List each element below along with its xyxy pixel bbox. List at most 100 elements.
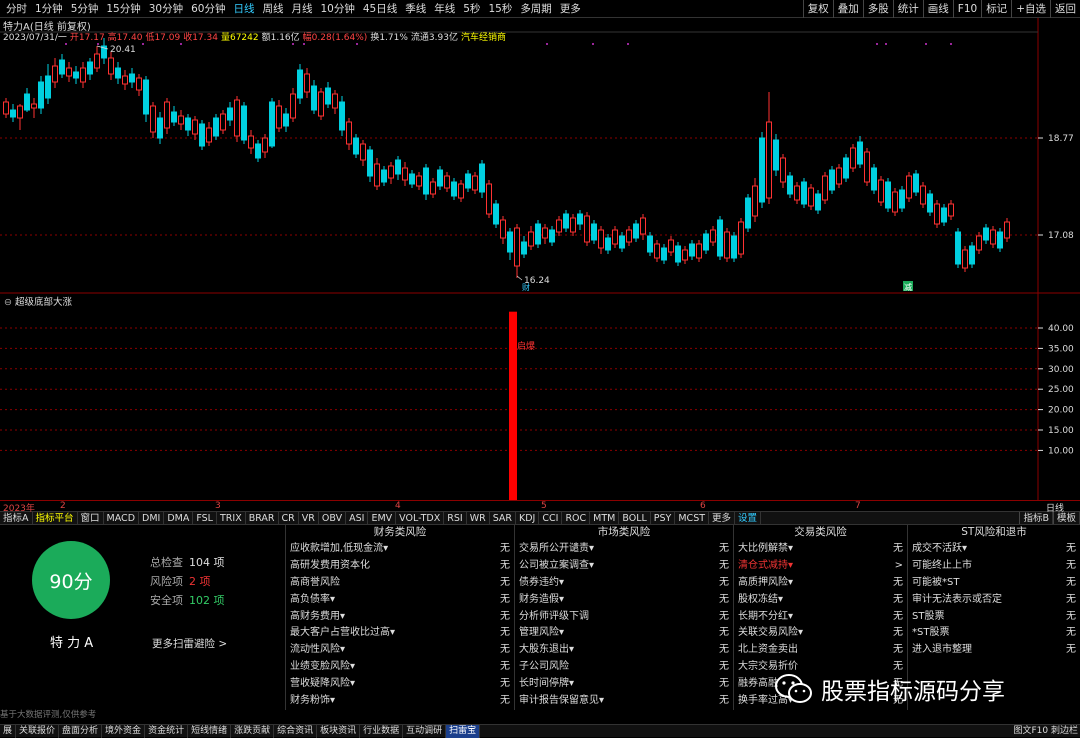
indicator-tab[interactable]: ASI (346, 512, 368, 525)
bottom-tab[interactable]: 短线情绪 (188, 725, 231, 738)
period-tab[interactable]: 15分钟 (102, 0, 144, 18)
indicator-tab[interactable]: FSL (193, 512, 217, 525)
risk-item[interactable]: 财务粉饰▾无 (286, 693, 514, 710)
toolbar-button[interactable]: 画线 (923, 0, 953, 18)
risk-item[interactable]: 长期不分红▾无 (734, 609, 907, 626)
indicator-tab[interactable]: 窗口 (78, 512, 104, 525)
bottom-tab[interactable]: 互动调研 (403, 725, 446, 738)
indicator-tab[interactable]: WR (467, 512, 490, 525)
risk-item[interactable]: 业绩变脸风险▾无 (286, 659, 514, 676)
risk-item[interactable]: 债券违约▾无 (515, 575, 733, 592)
indicator-tab[interactable]: VOL-TDX (396, 512, 444, 525)
risk-item[interactable]: ST股票无 (908, 609, 1080, 626)
indicator-tab[interactable]: BRAR (246, 512, 279, 525)
risk-item[interactable]: 清仓式减持▾> (734, 558, 907, 575)
period-tab[interactable]: 多周期 (516, 0, 556, 18)
risk-item[interactable]: 高商誉风险无 (286, 575, 514, 592)
bottom-tab[interactable]: 涨跌贡献 (231, 725, 274, 738)
risk-item[interactable]: 最大客户占营收比过高▾无 (286, 625, 514, 642)
risk-item[interactable]: 流动性风险▾无 (286, 642, 514, 659)
bottom-tab[interactable]: 扫雷宝 (446, 725, 480, 738)
risk-item[interactable]: 高质押风险▾无 (734, 575, 907, 592)
risk-item[interactable]: 长时间停牌▾无 (515, 676, 733, 693)
indicator-tab[interactable]: 设置 (735, 512, 761, 525)
risk-item[interactable]: 审计无法表示或否定无 (908, 592, 1080, 609)
period-tab[interactable]: 周线 (259, 0, 288, 18)
risk-item[interactable]: 进入退市整理无 (908, 642, 1080, 659)
indicator-tab[interactable]: RSI (444, 512, 466, 525)
period-tab[interactable]: 月线 (288, 0, 317, 18)
bottom-right-label[interactable]: 图文F10 刺边栏 (1014, 725, 1080, 738)
indicator-tab[interactable]: EMV (368, 512, 396, 525)
risk-item[interactable]: 股权冻结▾无 (734, 592, 907, 609)
indicator-tab[interactable]: MCST (675, 512, 709, 525)
bottom-tab[interactable]: 境外资金 (102, 725, 145, 738)
collapse-icon[interactable]: ⊖ (4, 297, 15, 308)
indicator-tab[interactable]: TRIX (217, 512, 246, 525)
indicator-tab[interactable]: VR (299, 512, 319, 525)
bottom-tab[interactable]: 盘面分析 (59, 725, 102, 738)
risk-item[interactable]: 公司被立案调查▾无 (515, 558, 733, 575)
risk-item[interactable]: 分析师评级下调无 (515, 609, 733, 626)
risk-item[interactable]: 子公司风险无 (515, 659, 733, 676)
period-tab[interactable]: 日线 (230, 0, 259, 18)
risk-item[interactable]: 成交不活跃▾无 (908, 541, 1080, 558)
indicator-tab[interactable]: SAR (490, 512, 516, 525)
bottom-tab[interactable]: 资金统计 (145, 725, 188, 738)
bottom-tab[interactable]: 综合资讯 (274, 725, 317, 738)
bottom-tab[interactable]: 板块资讯 (317, 725, 360, 738)
risk-item[interactable]: 北上资金卖出无 (734, 642, 907, 659)
risk-item[interactable]: *ST股票无 (908, 625, 1080, 642)
risk-item[interactable]: 可能终止上市无 (908, 558, 1080, 575)
indicator-tab[interactable]: BOLL (619, 512, 650, 525)
risk-item[interactable]: 财务造假▾无 (515, 592, 733, 609)
risk-item[interactable]: 交易所公开谴责▾无 (515, 541, 733, 558)
kline-chart[interactable]: 18.7717.0840.0035.0030.0025.0020.0015.00… (0, 18, 1080, 500)
risk-item[interactable]: 管理风险▾无 (515, 625, 733, 642)
bottom-tab[interactable]: 展 (0, 725, 16, 738)
period-tab[interactable]: 30分钟 (145, 0, 187, 18)
indicator-tab[interactable]: 更多 (709, 512, 735, 525)
risk-item[interactable]: 高财务费用▾无 (286, 609, 514, 626)
indicator-tab[interactable]: 指标平台 (33, 512, 78, 525)
indicator-tab[interactable]: CR (279, 512, 299, 525)
indicator-tab[interactable]: MACD (104, 512, 139, 525)
period-tab[interactable]: 5分钟 (67, 0, 103, 18)
indicator-tab[interactable]: DMI (139, 512, 164, 525)
toolbar-button[interactable]: 叠加 (833, 0, 863, 18)
indicator-tab[interactable]: MTM (590, 512, 619, 525)
toolbar-button[interactable]: F10 (953, 0, 981, 18)
more-scan-link[interactable]: 更多扫雷避险 > (152, 636, 227, 651)
risk-item[interactable]: 可能被*ST无 (908, 575, 1080, 592)
indicator-tab[interactable]: ROC (562, 512, 590, 525)
risk-item[interactable]: 大比例解禁▾无 (734, 541, 907, 558)
indicator-tab[interactable]: OBV (319, 512, 346, 525)
toolbar-button[interactable]: 返回 (1050, 0, 1080, 18)
indicator-title[interactable]: ⊖ 超级底部大涨 (4, 294, 72, 308)
risk-item[interactable]: 高负债率▾无 (286, 592, 514, 609)
period-tab[interactable]: 季线 (401, 0, 430, 18)
risk-item[interactable]: 应收款增加,低现金流▾无 (286, 541, 514, 558)
period-tab[interactable]: 分时 (2, 0, 31, 18)
bottom-tab[interactable]: 行业数据 (360, 725, 403, 738)
period-tab[interactable]: 更多 (556, 0, 585, 18)
indicator-tab[interactable]: CCI (539, 512, 562, 525)
period-tab[interactable]: 1分钟 (31, 0, 67, 18)
period-tab[interactable]: 5秒 (459, 0, 484, 18)
toolbar-button[interactable]: 标记 (981, 0, 1011, 18)
risk-item[interactable]: 营收疑降风险▾无 (286, 676, 514, 693)
risk-item[interactable]: 高研发费用资本化无 (286, 558, 514, 575)
indicator-tab[interactable]: PSY (651, 512, 676, 525)
bottom-tab[interactable]: 关联报价 (16, 725, 59, 738)
toolbar-button[interactable]: 多股 (863, 0, 893, 18)
period-tab[interactable]: 10分钟 (317, 0, 359, 18)
toolbar-button[interactable]: +自选 (1011, 0, 1050, 18)
period-tab[interactable]: 60分钟 (187, 0, 229, 18)
period-tab[interactable]: 45日线 (359, 0, 401, 18)
period-tab[interactable]: 年线 (430, 0, 459, 18)
toolbar-button[interactable]: 统计 (893, 0, 923, 18)
indicator-tab[interactable]: DMA (164, 512, 193, 525)
risk-item[interactable]: 关联交易风险▾无 (734, 625, 907, 642)
risk-item[interactable]: 大股东退出▾无 (515, 642, 733, 659)
indicator-tab[interactable]: KDJ (516, 512, 539, 525)
